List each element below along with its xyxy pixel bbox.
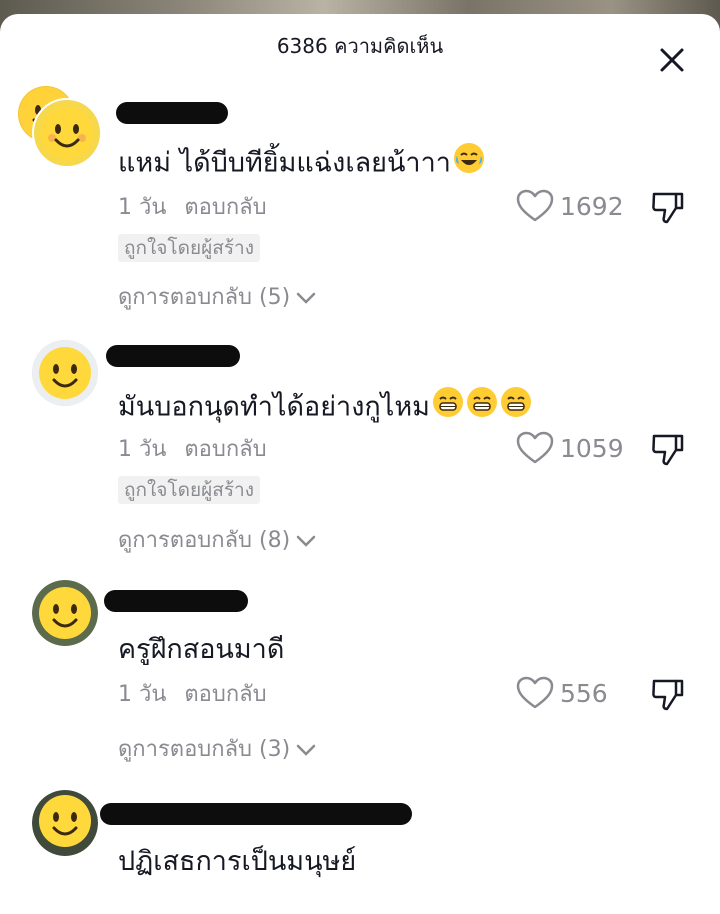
like-button[interactable]: 1059 [516,428,624,468]
comment-text: ปฏิเสธการเป็นมนุษย์ [118,846,357,877]
smiley-icon [32,340,98,406]
tears-of-joy-emoji [453,142,485,186]
reply-button[interactable]: ตอบกลับ [184,437,266,462]
avatar[interactable] [32,580,98,646]
grinning-emoji-group [430,387,532,423]
comment-text: มันบอกนุดทำได้อย่างกูไหม [118,386,532,430]
reply-button[interactable]: ตอบกลับ [184,682,266,707]
avatar[interactable] [32,340,98,406]
comment-time: 1 วัน [118,437,167,462]
dislike-button[interactable] [650,677,686,715]
grinning-emoji [500,386,532,430]
comment-meta: 1 วัน ตอบกลับ [118,193,267,223]
grinning-emoji [432,386,464,430]
grinning-emoji [466,386,498,430]
smiley-icon [32,790,98,856]
like-count: 1692 [560,191,624,221]
liked-by-creator-badge: ถูกใจโดยผู้สร้าง [118,476,260,504]
heart-icon [516,431,554,464]
dislike-button[interactable] [650,432,686,470]
redacted-username [116,102,228,124]
comment-text: ครูฝึกสอนมาดี [118,634,285,665]
smiley-icon [34,100,100,166]
smiley-icon [32,580,98,646]
close-icon [660,48,684,72]
comment-text: แหม่ ได้บีบทียิ้มแฉ่งเลยน้าาา [118,142,485,186]
view-replies-button[interactable]: ดูการตอบกลับ (3) [118,735,316,765]
chevron-down-icon [296,744,316,756]
comment-meta: 1 วัน ตอบกลับ [118,680,267,710]
redacted-username [106,345,240,367]
liked-by-creator-badge: ถูกใจโดยผู้สร้าง [118,234,260,262]
like-count: 556 [560,678,608,708]
view-replies-button[interactable]: ดูการตอบกลับ (5) [118,283,316,313]
like-button[interactable]: 556 [516,673,608,713]
thumbs-down-icon [652,192,684,224]
thumbs-down-icon [652,434,684,466]
chevron-down-icon [296,535,316,547]
comment-time: 1 วัน [118,195,167,220]
like-count: 1059 [560,433,624,463]
thumbs-down-icon [652,679,684,711]
comment-meta: 1 วัน ตอบกลับ [118,435,267,465]
avatar[interactable] [32,98,102,168]
heart-icon [516,676,554,709]
like-button[interactable]: 1692 [516,186,624,226]
dislike-button[interactable] [650,190,686,228]
comment-time: 1 วัน [118,682,167,707]
redacted-username [104,590,248,612]
redacted-username [100,803,412,825]
avatar[interactable] [32,790,98,856]
close-button[interactable] [654,42,690,78]
heart-icon [516,189,554,222]
reply-button[interactable]: ตอบกลับ [184,195,266,220]
comments-count-title: 6386 ความคิดเห็น [276,34,444,58]
chevron-down-icon [296,292,316,304]
view-replies-button[interactable]: ดูการตอบกลับ (8) [118,526,316,556]
